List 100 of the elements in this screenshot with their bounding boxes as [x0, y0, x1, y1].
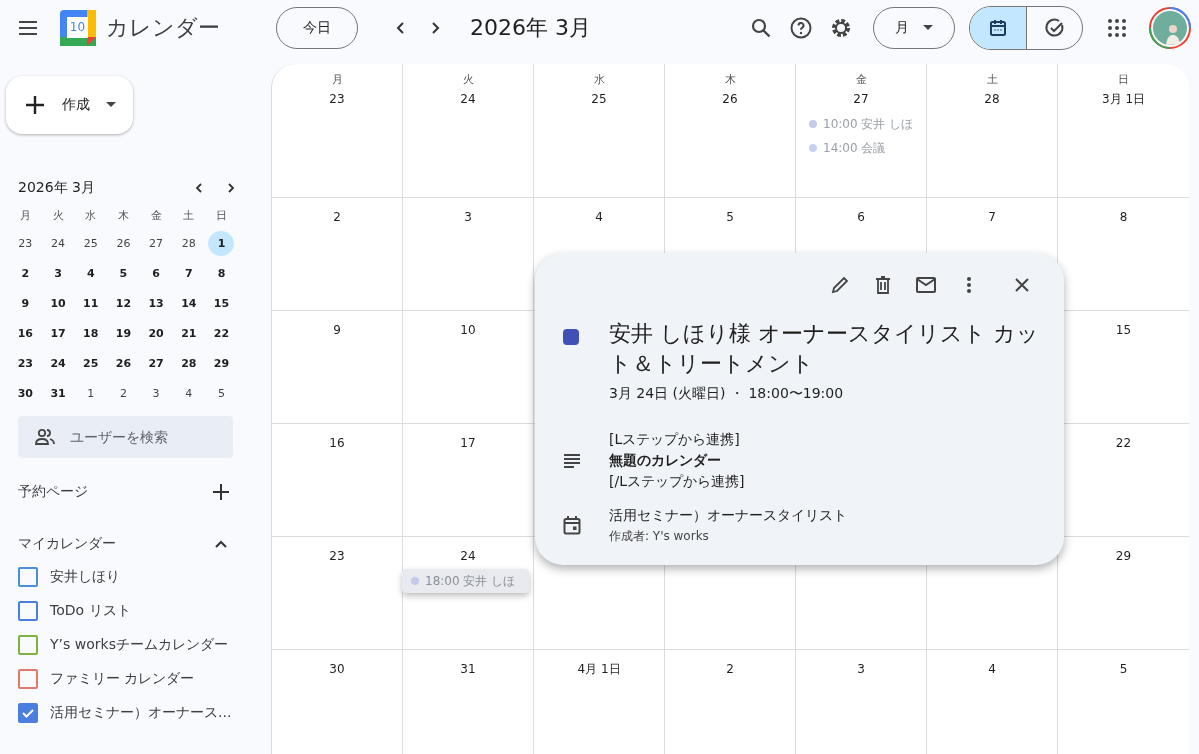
- mini-calendar-day[interactable]: 2: [12, 261, 39, 286]
- plus-icon: [24, 94, 46, 116]
- mini-calendar-day[interactable]: 5: [208, 381, 235, 406]
- day-number[interactable]: 4: [595, 206, 603, 228]
- day-number[interactable]: 9: [333, 319, 341, 341]
- day-number[interactable]: 8: [1119, 206, 1128, 228]
- day-number[interactable]: 16: [329, 432, 345, 454]
- calendar-checkbox[interactable]: [18, 703, 38, 723]
- mini-calendar-day[interactable]: 7: [175, 261, 202, 286]
- day-number[interactable]: 23: [329, 88, 345, 110]
- mini-calendar-day[interactable]: 6: [143, 261, 170, 286]
- mini-calendar-day[interactable]: 13: [143, 291, 170, 316]
- mini-calendar-day[interactable]: 5: [110, 261, 137, 286]
- mini-calendar-day[interactable]: 27: [143, 231, 170, 256]
- mini-calendar-day[interactable]: 18: [77, 321, 104, 346]
- mini-calendar-day[interactable]: 9: [12, 291, 39, 316]
- mini-calendar-day[interactable]: 24: [45, 231, 72, 256]
- weekday-header: 金: [855, 72, 867, 88]
- mini-calendar-day[interactable]: 20: [143, 321, 170, 346]
- mini-calendar-day[interactable]: 21: [175, 321, 202, 346]
- event-time: 3月 24日 (火曜日) ・ 18:00〜19:00: [609, 385, 845, 403]
- calendar-checkbox[interactable]: [18, 567, 38, 587]
- event-title: 安井 しほり様 オーナースタイリスト カット＆トリートメント: [609, 320, 1040, 378]
- mini-calendar-day[interactable]: 23: [12, 231, 39, 256]
- day-number[interactable]: 3月 1日: [1101, 88, 1146, 110]
- weekday-header: 土: [986, 72, 998, 88]
- app-title: カレンダー: [106, 14, 221, 42]
- weekday-label: 水: [84, 208, 98, 224]
- mini-calendar-day[interactable]: 15: [208, 291, 235, 316]
- day-number[interactable]: 29: [1115, 545, 1132, 567]
- calendar-logo-icon: [60, 10, 96, 46]
- mini-calendar-day[interactable]: 17: [45, 321, 72, 346]
- mini-calendar-day[interactable]: 14: [175, 291, 202, 316]
- mini-calendar-day[interactable]: 26: [110, 231, 137, 256]
- mini-calendar-day[interactable]: 1: [77, 381, 104, 406]
- calendar-checkbox[interactable]: [18, 635, 38, 655]
- mini-calendar-day[interactable]: 26: [110, 351, 137, 376]
- weekday-label: 月: [18, 208, 32, 224]
- event-calendar-name: 活用セミナー）オーナースタイリスト: [609, 506, 847, 525]
- mini-calendar-day[interactable]: 4: [77, 261, 104, 286]
- day-number[interactable]: 28: [984, 88, 1000, 110]
- mini-calendar-day[interactable]: 28: [175, 231, 202, 256]
- day-number[interactable]: 17: [460, 432, 476, 454]
- calendar-view-toggle[interactable]: [970, 7, 1026, 49]
- avatar-button[interactable]: [1149, 7, 1191, 49]
- day-number[interactable]: 10: [460, 319, 476, 341]
- mini-calendar-day[interactable]: 25: [77, 351, 104, 376]
- mini-calendar-day[interactable]: 16: [12, 321, 39, 346]
- calendar-name: Y’s worksチームカレンダー: [50, 636, 228, 654]
- calendar-checkbox[interactable]: [18, 601, 38, 621]
- day-number[interactable]: 27: [853, 88, 869, 110]
- mini-calendar-day[interactable]: 3: [45, 261, 72, 286]
- day-number[interactable]: 4月 1日: [577, 658, 621, 680]
- mini-calendar-day[interactable]: 10: [45, 291, 72, 316]
- weekday-header: 水: [593, 72, 605, 88]
- mini-calendar-day[interactable]: 30: [12, 381, 39, 406]
- weekday-header: 日: [1118, 72, 1129, 88]
- mini-calendar-day[interactable]: 11: [77, 291, 104, 316]
- mini-calendar-day[interactable]: 23: [12, 351, 39, 376]
- my-calendars-label: マイカレンダー: [18, 535, 116, 553]
- mini-calendar-day[interactable]: 25: [77, 231, 104, 256]
- day-number[interactable]: 7: [988, 206, 996, 228]
- mini-calendar-day[interactable]: 4: [175, 381, 202, 406]
- day-number[interactable]: 31: [460, 658, 476, 680]
- day-number[interactable]: 6: [857, 206, 865, 228]
- mini-calendar-day[interactable]: 24: [45, 351, 72, 376]
- mini-calendar-day[interactable]: 28: [175, 351, 202, 376]
- mini-calendar-day[interactable]: 19: [110, 321, 137, 346]
- day-number[interactable]: 2: [333, 206, 341, 228]
- booking-page-label: 予約ページ: [18, 483, 88, 501]
- mini-calendar-day[interactable]: 2: [110, 381, 137, 406]
- calendar-checkbox[interactable]: [18, 669, 38, 689]
- mini-calendar-day[interactable]: 1: [208, 231, 235, 256]
- day-number[interactable]: 5: [726, 206, 734, 228]
- event-text: 14:00 会議: [823, 139, 886, 157]
- mini-calendar-day[interactable]: 22: [208, 321, 235, 346]
- day-number[interactable]: 2: [726, 658, 734, 680]
- day-number[interactable]: 4: [988, 658, 996, 680]
- day-number[interactable]: 15: [1115, 319, 1132, 341]
- day-number[interactable]: 30: [329, 658, 345, 680]
- description-icon: [563, 453, 581, 468]
- day-number[interactable]: 3: [857, 658, 865, 680]
- mini-calendar-day[interactable]: 3: [143, 381, 170, 406]
- calendar-name: 安井しほり: [50, 568, 120, 586]
- people-search-field[interactable]: ユーザーを検索: [18, 416, 233, 458]
- day-number[interactable]: 5: [1119, 658, 1128, 680]
- day-number[interactable]: 22: [1115, 432, 1132, 454]
- mini-calendar-day[interactable]: 27: [143, 351, 170, 376]
- day-number[interactable]: 24: [460, 545, 476, 567]
- day-number[interactable]: 25: [591, 88, 607, 110]
- mini-calendar-day[interactable]: 31: [45, 381, 72, 406]
- day-number[interactable]: 26: [722, 88, 738, 110]
- mini-calendar-day[interactable]: 8: [208, 261, 235, 286]
- weekday-header: 月: [331, 72, 343, 88]
- day-number[interactable]: 24: [460, 88, 476, 110]
- mini-calendar-day[interactable]: 29: [208, 351, 235, 376]
- mini-calendar-day[interactable]: 12: [110, 291, 137, 316]
- create-button[interactable]: 作成: [6, 76, 133, 134]
- day-number[interactable]: 23: [329, 545, 345, 567]
- day-number[interactable]: 3: [464, 206, 472, 228]
